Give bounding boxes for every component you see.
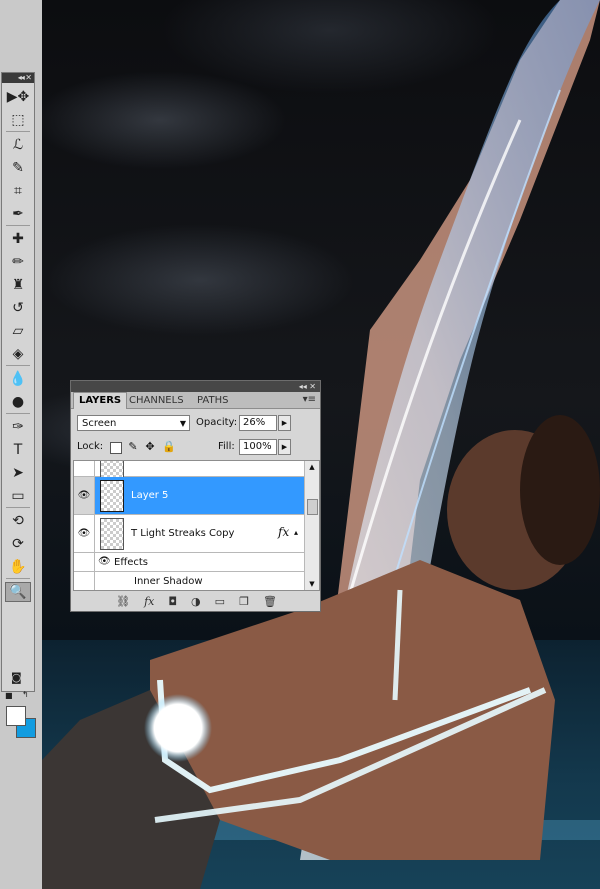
delete-layer-icon[interactable]: 🗑 bbox=[263, 595, 277, 608]
quick-selection-tool-icon[interactable]: ✎ bbox=[5, 158, 31, 178]
fill-slider-arrow-icon[interactable]: ▶ bbox=[278, 439, 291, 455]
hand-tool-icon[interactable]: ✋ bbox=[5, 557, 31, 577]
fill-input[interactable]: 100% bbox=[239, 439, 277, 455]
fx-icon[interactable]: fx bbox=[278, 525, 289, 539]
lock-all-icon[interactable]: 🔒 bbox=[162, 441, 176, 453]
layers-panel-titlebar[interactable]: ◂◂ ✕ bbox=[71, 381, 320, 392]
blend-mode-select[interactable]: Screen ▼ bbox=[77, 415, 190, 431]
default-colors-icon[interactable]: ■ bbox=[5, 691, 13, 700]
effects-row[interactable]: 👁 Effects bbox=[74, 553, 306, 572]
layer-row[interactable] bbox=[74, 461, 306, 479]
tools-panel: ◂◂ ✕ ▶✥ ⬚ ℒ ✎ ⌗ ✒ ✚ ✏ ♜ ↺ ▱ ◈ 💧 ● ✑ T ➤ ▭ ⟲ ⟳ ✋ 🔍 ■ ↰ ◙ bbox=[1, 72, 36, 738]
layer-row[interactable]: 👁 T Light Streaks Copy fx ▴ bbox=[74, 515, 306, 553]
eraser-tool-icon[interactable]: ▱ bbox=[5, 321, 31, 341]
lasso-tool-icon[interactable]: ℒ bbox=[5, 135, 31, 155]
opacity-label: Opacity: bbox=[196, 417, 238, 428]
lock-position-icon[interactable]: ✥ bbox=[144, 441, 156, 453]
inner-shadow-label: Inner Shadow bbox=[134, 576, 203, 587]
opacity-input[interactable]: 26% bbox=[239, 415, 277, 431]
scroll-down-icon[interactable]: ▼ bbox=[305, 578, 319, 590]
3d-rotate-tool-icon[interactable]: ⟲ bbox=[5, 511, 31, 531]
zoom-tool-icon[interactable]: 🔍 bbox=[5, 582, 31, 602]
layers-panel-footer: ⛓ fx ◘ ◑ ▭ ❐ 🗑 bbox=[73, 593, 320, 610]
tab-paths[interactable]: PATHS bbox=[192, 393, 233, 408]
lock-image-pixels-icon[interactable]: ✎ bbox=[127, 441, 139, 453]
lock-transparent-pixels-icon[interactable] bbox=[110, 442, 122, 454]
type-tool-icon[interactable]: T bbox=[5, 440, 31, 460]
tab-layers[interactable]: LAYERS bbox=[73, 392, 128, 409]
link-layers-icon[interactable]: ⛓ bbox=[116, 595, 130, 608]
fill-label: Fill: bbox=[218, 441, 235, 452]
tools-panel-titlebar[interactable]: ◂◂ ✕ bbox=[2, 73, 34, 83]
layers-panel-tabs: LAYERS CHANNELS PATHS ▾≡ bbox=[71, 392, 320, 409]
add-layer-style-icon[interactable]: fx bbox=[144, 595, 154, 608]
layers-panel: ◂◂ ✕ LAYERS CHANNELS PATHS ▾≡ Screen ▼ O… bbox=[70, 380, 321, 612]
tool-separator bbox=[6, 365, 30, 366]
healing-brush-tool-icon[interactable]: ✚ bbox=[5, 229, 31, 249]
tool-separator bbox=[6, 225, 30, 226]
new-layer-icon[interactable]: ❐ bbox=[239, 595, 249, 608]
chest-orb bbox=[144, 694, 212, 762]
layers-list: 👁 Layer 5 👁 T Light Streaks Copy fx ▴ 👁 … bbox=[73, 460, 320, 591]
3d-orbit-tool-icon[interactable]: ⟳ bbox=[5, 534, 31, 554]
add-layer-mask-icon[interactable]: ◘ bbox=[168, 595, 177, 608]
layers-scrollbar[interactable]: ▲ ▼ bbox=[304, 461, 319, 590]
eyedropper-tool-icon[interactable]: ✒ bbox=[5, 204, 31, 224]
paint-bucket-tool-icon[interactable]: ◈ bbox=[5, 344, 31, 364]
layer-row-selected[interactable]: 👁 Layer 5 bbox=[74, 477, 306, 515]
tool-separator bbox=[6, 413, 30, 414]
brush-tool-icon[interactable]: ✏ bbox=[5, 252, 31, 272]
eye-icon[interactable]: 👁 bbox=[74, 515, 95, 552]
opacity-slider-arrow-icon[interactable]: ▶ bbox=[278, 415, 291, 431]
layer-thumbnail bbox=[100, 518, 124, 550]
panel-menu-icon[interactable]: ▾≡ bbox=[303, 394, 316, 405]
rectangle-tool-icon[interactable]: ▭ bbox=[5, 486, 31, 506]
crop-tool-icon[interactable]: ⌗ bbox=[5, 181, 31, 201]
visibility-toggle-off[interactable] bbox=[74, 461, 95, 476]
quick-mask-icon[interactable]: ◙ bbox=[11, 671, 22, 684]
clone-stamp-tool-icon[interactable]: ♜ bbox=[5, 275, 31, 295]
eye-icon[interactable]: 👁 bbox=[74, 477, 95, 514]
scrollbar-thumb[interactable] bbox=[307, 499, 318, 515]
chevron-down-icon: ▼ bbox=[179, 419, 186, 428]
scroll-up-icon[interactable]: ▲ bbox=[305, 461, 319, 473]
history-brush-tool-icon[interactable]: ↺ bbox=[5, 298, 31, 318]
effects-label: Effects bbox=[114, 557, 148, 568]
tool-separator bbox=[6, 131, 30, 132]
inner-shadow-row[interactable]: Inner Shadow bbox=[74, 572, 306, 590]
pen-tool-icon[interactable]: ✑ bbox=[5, 417, 31, 437]
layer-name[interactable]: Layer 5 bbox=[131, 490, 168, 501]
foreground-color-swatch[interactable] bbox=[6, 706, 26, 726]
swap-colors-icon[interactable]: ↰ bbox=[22, 690, 29, 699]
move-tool-icon[interactable]: ▶✥ bbox=[5, 87, 31, 107]
blend-mode-value: Screen bbox=[82, 418, 117, 429]
expand-effects-icon[interactable]: ▴ bbox=[294, 528, 298, 537]
tab-channels[interactable]: CHANNELS bbox=[124, 393, 189, 408]
layer-thumbnail bbox=[100, 480, 124, 512]
path-selection-tool-icon[interactable]: ➤ bbox=[5, 463, 31, 483]
lock-label: Lock: bbox=[77, 441, 104, 452]
new-group-icon[interactable]: ▭ bbox=[215, 595, 225, 608]
tool-separator bbox=[6, 507, 30, 508]
dodge-tool-icon[interactable]: ● bbox=[5, 392, 31, 412]
adjustment-layer-icon[interactable]: ◑ bbox=[191, 595, 201, 608]
layer-name[interactable]: T Light Streaks Copy bbox=[131, 528, 234, 539]
effects-eye-icon[interactable]: 👁 bbox=[98, 556, 111, 567]
blur-tool-icon[interactable]: 💧 bbox=[5, 369, 31, 389]
tool-separator bbox=[6, 578, 30, 579]
marquee-tool-icon[interactable]: ⬚ bbox=[5, 110, 31, 130]
